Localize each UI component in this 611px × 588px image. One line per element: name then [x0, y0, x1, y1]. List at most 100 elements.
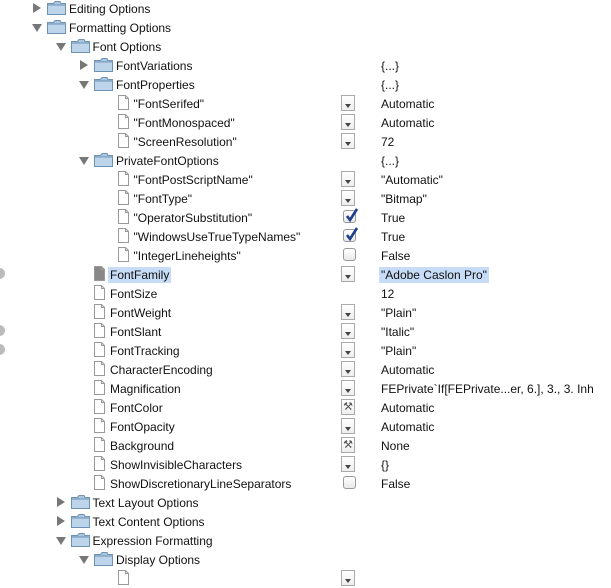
document-icon [94, 361, 105, 376]
tree-group-display-options[interactable]: Display Options [0, 550, 611, 569]
dropdown-button[interactable] [341, 190, 355, 206]
disclosure-expanded-icon[interactable] [79, 157, 89, 165]
option-value[interactable]: {...} [379, 153, 401, 169]
option-value[interactable]: False [379, 248, 412, 264]
option-value[interactable]: {...} [379, 77, 401, 93]
dropdown-button[interactable] [341, 570, 355, 586]
option-value[interactable]: Automatic [379, 419, 436, 435]
option-value[interactable]: {...} [379, 58, 401, 74]
tree-group-text-layout-options[interactable]: Text Layout Options [0, 493, 611, 512]
tree-option-font-family[interactable]: FontFamily "Adobe Caslon Pro" [0, 265, 611, 284]
option-name: Expression Formatting [92, 534, 213, 548]
option-value[interactable]: 12 [379, 286, 396, 302]
tree-option-font-monospaced[interactable]: "FontMonospaced" Automatic [0, 113, 611, 132]
option-value[interactable]: Automatic [379, 115, 436, 131]
tree-group-formatting-options[interactable]: Formatting Options [0, 18, 611, 37]
tree-group-expression-formatting[interactable]: Expression Formatting [0, 531, 611, 550]
tree-option-font-weight[interactable]: FontWeight "Plain" [0, 303, 611, 322]
dropdown-button[interactable] [341, 323, 355, 339]
checkbox-checked[interactable] [343, 208, 359, 223]
option-value[interactable]: {} [379, 457, 391, 473]
option-name: Formatting Options [69, 21, 172, 35]
option-value[interactable]: "Automatic" [379, 172, 445, 188]
disclosure-expanded-icon[interactable] [79, 81, 89, 89]
option-value[interactable]: FEPrivate`If[FEPrivate...er, 6.], 3., 3.… [379, 381, 596, 397]
dropdown-button[interactable] [341, 380, 355, 396]
option-value[interactable]: "Italic" [379, 324, 416, 340]
tree-option-operator-substitution[interactable]: "OperatorSubstitution" True [0, 208, 611, 227]
dropdown-button[interactable] [341, 418, 355, 434]
tree-option-font-size[interactable]: FontSize 12 [0, 284, 611, 303]
option-value[interactable]: "Adobe Caslon Pro" [379, 267, 489, 283]
disclosure-collapsed-icon[interactable] [80, 60, 88, 70]
dropdown-button[interactable] [341, 95, 355, 111]
checkbox-checked[interactable] [343, 227, 359, 242]
disclosure-collapsed-icon[interactable] [33, 3, 41, 13]
document-icon [94, 285, 105, 300]
option-value[interactable]: "Plain" [379, 305, 418, 321]
checkbox-unchecked[interactable] [343, 248, 356, 261]
document-icon [117, 190, 129, 205]
disclosure-collapsed-icon[interactable] [56, 497, 65, 507]
document-icon [117, 95, 129, 110]
checkbox-unchecked[interactable] [343, 476, 356, 489]
option-value[interactable]: "Plain" [379, 343, 418, 359]
option-value[interactable]: Automatic [379, 400, 436, 416]
tree-option-font-slant[interactable]: FontSlant "Italic" [0, 322, 611, 341]
tree-option-font-color[interactable]: FontColor ⚒ Automatic [0, 398, 611, 417]
tree-option-windows-use-true-type-names[interactable]: "WindowsUseTrueTypeNames" True [0, 227, 611, 246]
dropdown-button[interactable] [341, 171, 355, 187]
dropdown-button[interactable] [341, 133, 355, 149]
option-name: Font Options [92, 40, 162, 54]
option-value[interactable]: False [379, 476, 412, 492]
option-name: "FontSerifed" [133, 97, 205, 111]
option-value[interactable]: "Bitmap" [379, 191, 429, 207]
color-picker-tool-icon[interactable]: ⚒ [341, 437, 355, 453]
disclosure-expanded-icon[interactable] [55, 43, 66, 51]
disclosure-expanded-icon[interactable] [32, 24, 42, 32]
disclosure-expanded-icon[interactable] [55, 537, 66, 545]
option-name: FontSlant [110, 325, 162, 339]
tree-option-background[interactable]: Background ⚒ None [0, 436, 611, 455]
option-value[interactable]: 72 [379, 134, 396, 150]
modified-indicator-icon[interactable] [0, 268, 5, 279]
folder-icon [70, 533, 90, 547]
tree-option-font-type[interactable]: "FontType" "Bitmap" [0, 189, 611, 208]
modified-indicator-icon[interactable] [0, 344, 5, 355]
tree-option-font-post-script-name[interactable]: "FontPostScriptName" "Automatic" [0, 170, 611, 189]
tree-group-font-variations[interactable]: FontVariations {...} [0, 56, 611, 75]
option-value[interactable]: True [379, 229, 407, 245]
tree-option-screen-resolution[interactable]: "ScreenResolution" 72 [0, 132, 611, 151]
dropdown-button[interactable] [341, 266, 355, 282]
option-value[interactable]: Automatic [379, 362, 436, 378]
tree-option-character-encoding[interactable]: CharacterEncoding Automatic [0, 360, 611, 379]
tree-group-text-content-options[interactable]: Text Content Options [0, 512, 611, 531]
option-name: "ScreenResolution" [133, 135, 237, 149]
tree-group-font-options[interactable]: Font Options [0, 37, 611, 56]
document-icon [117, 570, 129, 585]
option-value[interactable]: None [379, 438, 412, 454]
tree-option-font-serifed[interactable]: "FontSerifed" Automatic [0, 94, 611, 113]
dropdown-button[interactable] [341, 114, 355, 130]
tree-option-font-tracking[interactable]: FontTracking "Plain" [0, 341, 611, 360]
tree-group-font-properties[interactable]: FontProperties {...} [0, 75, 611, 94]
disclosure-collapsed-icon[interactable] [56, 516, 65, 526]
tree-option-integer-lineheights[interactable]: "IntegerLineheights" False [0, 246, 611, 265]
dropdown-button[interactable] [341, 342, 355, 358]
option-value[interactable]: Automatic [379, 96, 436, 112]
tree-option-show-discretionary-line-separators[interactable]: ShowDiscretionaryLineSeparators False [0, 474, 611, 493]
tree-option-magnification[interactable]: Magnification FEPrivate`If[FEPrivate...er… [0, 379, 611, 398]
dropdown-button[interactable] [341, 456, 355, 472]
document-icon [117, 209, 129, 224]
option-name: Background [110, 439, 175, 453]
option-value[interactable]: True [379, 210, 407, 226]
tree-group-editing-options[interactable]: Editing Options [0, 0, 611, 18]
dropdown-button[interactable] [341, 361, 355, 377]
dropdown-button[interactable] [341, 304, 355, 320]
tree-option-font-opacity[interactable]: FontOpacity Automatic [0, 417, 611, 436]
tree-group-private-font-options[interactable]: PrivateFontOptions {...} [0, 151, 611, 170]
disclosure-expanded-icon[interactable] [79, 556, 89, 564]
modified-indicator-icon[interactable] [0, 325, 5, 336]
tree-option-show-invisible-characters[interactable]: ShowInvisibleCharacters {} [0, 455, 611, 474]
color-picker-tool-icon[interactable]: ⚒ [341, 399, 355, 415]
